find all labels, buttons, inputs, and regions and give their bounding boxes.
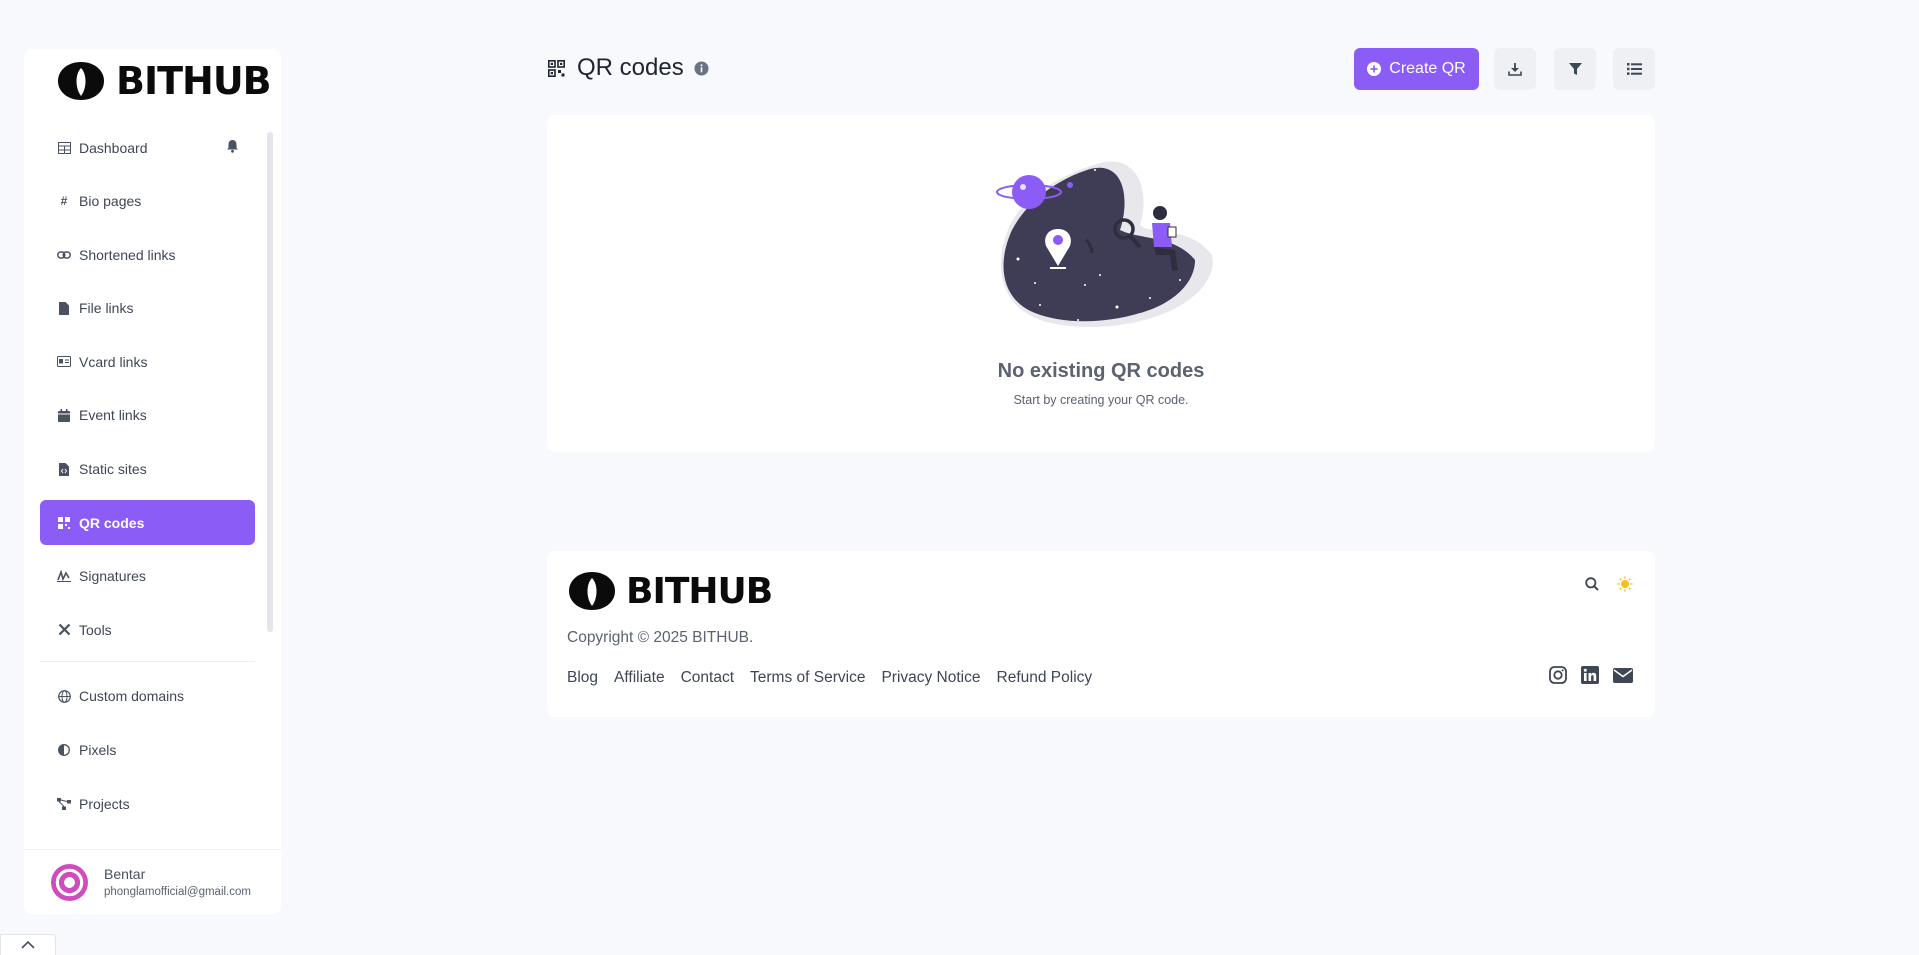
instagram-icon[interactable] <box>1549 666 1567 684</box>
sidebar-item-pixels[interactable]: Pixels <box>40 728 255 773</box>
footer-link-contact[interactable]: Contact <box>681 669 734 687</box>
user-profile[interactable]: Bentar phonglamofficial@gmail.com <box>24 849 281 914</box>
collapse-toggle[interactable] <box>0 934 56 955</box>
sidebar-item-label: Bio pages <box>79 193 142 210</box>
calendar-icon <box>57 408 71 422</box>
sidebar: BITHUB Dashboard # Bio pages Shortened l… <box>24 49 281 914</box>
sidebar-item-label: Signatures <box>79 568 146 585</box>
create-qr-label: Create QR <box>1389 60 1466 77</box>
globe-icon <box>57 689 71 703</box>
sidebar-scrollbar[interactable] <box>267 132 273 632</box>
hash-icon: # <box>60 194 68 209</box>
sidebar-item-label: Static sites <box>79 461 147 478</box>
email-icon[interactable] <box>1613 667 1633 683</box>
copyright: Copyright © 2025 BITHUB. <box>567 629 754 646</box>
sidebar-item-dashboard[interactable]: Dashboard <box>40 125 255 170</box>
footer-link-refund[interactable]: Refund Policy <box>997 669 1093 687</box>
user-name: Bentar <box>104 866 146 882</box>
search-icon[interactable] <box>1585 577 1599 591</box>
filter-icon <box>1568 62 1582 75</box>
sidebar-divider <box>40 660 255 662</box>
tools-icon <box>57 623 71 637</box>
sidebar-item-label: Tools <box>79 621 112 638</box>
list-icon <box>1626 63 1642 75</box>
sidebar-item-label: Custom domains <box>79 688 185 705</box>
sidebar-item-label: Shortened links <box>79 246 176 263</box>
empty-state-illustration <box>996 161 1213 327</box>
sidebar-item-label: File links <box>79 300 134 317</box>
plus-circle-icon <box>1367 62 1382 76</box>
empty-state-subtitle: Start by creating your QR code. <box>1013 393 1189 407</box>
project-diagram-icon <box>57 797 71 811</box>
footer: BITHUB Copyright © 2025 BITHUB. Blog Aff… <box>547 551 1655 717</box>
download-icon <box>1508 63 1522 76</box>
empty-state-title: No existing QR codes <box>997 360 1205 382</box>
signature-icon <box>57 569 71 583</box>
footer-tools <box>1585 576 1633 592</box>
social-links <box>1549 666 1633 684</box>
footer-links: Blog Affiliate Contact Terms of Service … <box>567 669 1092 687</box>
create-qr-button[interactable]: Create QR <box>1354 48 1479 90</box>
sidebar-item-bio-pages[interactable]: # Bio pages <box>40 179 255 224</box>
page-header: QR codes <box>548 54 709 82</box>
bell-icon[interactable] <box>226 139 239 156</box>
sidebar-item-file-links[interactable]: File links <box>40 286 255 331</box>
sidebar-item-label: Dashboard <box>79 139 148 156</box>
sidebar-item-projects[interactable]: Projects <box>40 781 255 826</box>
avatar <box>51 863 88 901</box>
sidebar-item-qr-codes[interactable]: QR codes <box>40 500 255 546</box>
footer-link-privacy[interactable]: Privacy Notice <box>881 669 980 687</box>
sidebar-item-label: Vcard links <box>79 353 148 370</box>
table-icon <box>57 141 71 155</box>
sidebar-item-tools[interactable]: Tools <box>40 607 255 652</box>
brand-name: BITHUB <box>116 59 272 103</box>
qrcode-icon <box>548 59 565 77</box>
sidebar-nav: Dashboard # Bio pages Shortened links Fi… <box>40 125 255 835</box>
brand-logo[interactable]: BITHUB <box>56 59 272 103</box>
linkedin-icon[interactable] <box>1581 666 1599 684</box>
file-icon <box>57 301 71 315</box>
sidebar-item-label: Event links <box>79 407 147 424</box>
footer-logo[interactable]: BITHUB <box>567 570 773 612</box>
footer-link-blog[interactable]: Blog <box>567 669 598 687</box>
page-title: QR codes <box>577 54 684 81</box>
footer-link-affiliate[interactable]: Affiliate <box>614 669 665 687</box>
sidebar-item-vcard-links[interactable]: Vcard links <box>40 339 255 384</box>
brand-name: BITHUB <box>626 570 773 612</box>
sidebar-item-static-sites[interactable]: Static sites <box>40 447 255 492</box>
info-icon[interactable] <box>694 61 709 76</box>
chevron-up-icon <box>21 941 35 949</box>
export-button[interactable] <box>1494 48 1536 90</box>
sidebar-item-event-links[interactable]: Event links <box>40 393 255 438</box>
sidebar-item-label: QR codes <box>79 514 145 531</box>
footer-link-terms[interactable]: Terms of Service <box>750 669 865 687</box>
link-icon <box>57 248 71 262</box>
sidebar-item-shortened-links[interactable]: Shortened links <box>40 232 255 277</box>
theme-toggle-sun-icon[interactable] <box>1617 576 1633 592</box>
bithub-logo-icon <box>569 572 615 610</box>
list-view-button[interactable] <box>1613 48 1655 90</box>
sidebar-item-label: Pixels <box>79 742 117 759</box>
sidebar-item-signatures[interactable]: Signatures <box>40 554 255 599</box>
file-code-icon <box>57 462 71 476</box>
id-card-icon <box>57 355 71 369</box>
adjust-icon <box>57 743 71 757</box>
sidebar-item-label: Projects <box>79 795 130 812</box>
filter-button[interactable] <box>1554 48 1596 90</box>
qrcode-icon <box>57 516 71 530</box>
bithub-logo-icon <box>58 62 104 100</box>
user-email: phonglamofficial@gmail.com <box>104 886 251 898</box>
sidebar-item-custom-domains[interactable]: Custom domains <box>40 674 255 719</box>
empty-state-card: No existing QR codes Start by creating y… <box>547 115 1655 452</box>
